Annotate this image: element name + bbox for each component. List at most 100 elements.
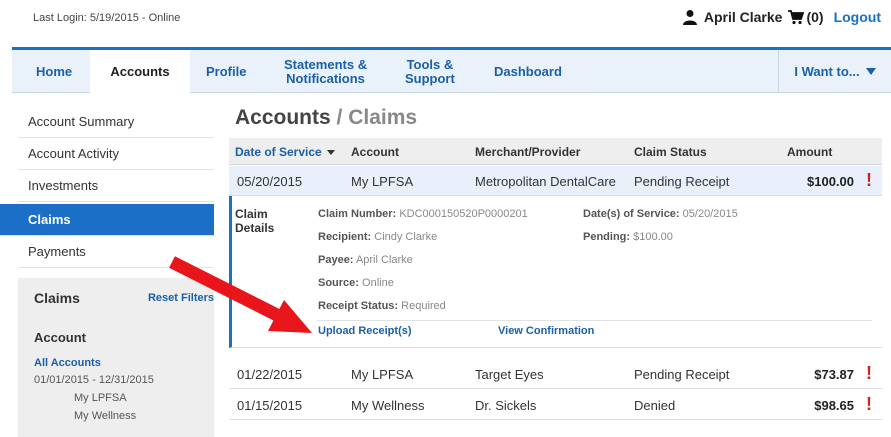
claim-details-title-line1: Claim (235, 207, 268, 221)
claims-table-header: Date of Service Account Merchant/Provide… (229, 138, 882, 165)
filter-date-range: 01/01/2015 - 12/31/2015 (34, 374, 154, 386)
nav-accounts[interactable]: Accounts (90, 47, 190, 93)
nav-tools[interactable]: Tools & Support (405, 50, 455, 93)
claim-details-title: Claim Details (235, 207, 295, 235)
source: Source: Online (318, 277, 394, 289)
top-bar: Last Login: 5/19/2015 - Online April Cla… (0, 0, 891, 40)
pending-value: $100.00 (633, 231, 673, 243)
receipt-status-label: Receipt Status: (318, 300, 399, 312)
upload-receipts-link[interactable]: Upload Receipt(s) (318, 325, 412, 337)
column-header-amount: Amount (787, 145, 833, 159)
user-area: April Clarke (0) Logout (682, 9, 881, 25)
nav-tools-line1: Tools & (406, 56, 454, 72)
dos-label: Date(s) of Service: (583, 208, 680, 220)
table-row[interactable]: 05/20/2015 My LPFSA Metropolitan DentalC… (229, 166, 882, 196)
dos-value: 05/20/2015 (682, 208, 738, 220)
filter-title: Claims (34, 290, 80, 306)
date-of-service: Date(s) of Service: 05/20/2015 (583, 208, 738, 220)
nav-profile[interactable]: Profile (206, 50, 246, 93)
row-merchant: Dr. Sickels (475, 398, 537, 413)
recipient-value: Cindy Clarke (374, 231, 438, 243)
claim-number-label: Claim Number: (318, 208, 397, 220)
sidebar-item-label: Payments (28, 244, 86, 259)
details-divider (317, 320, 872, 321)
table-row[interactable]: 01/15/2015 My Wellness Dr. Sickels Denie… (229, 390, 882, 420)
column-header-date[interactable]: Date of Service (235, 145, 335, 159)
row-account: My LPFSA (351, 174, 414, 189)
page-title-claims: Claims (348, 106, 418, 129)
sidebar-item-label: Claims (28, 212, 71, 227)
chevron-down-icon (865, 68, 876, 75)
last-login-text: Last Login: 5/19/2015 - Online (33, 12, 181, 24)
filter-account-heading: Account (34, 330, 86, 345)
reset-filters-link[interactable]: Reset Filters (148, 292, 214, 304)
nav-dashboard[interactable]: Dashboard (494, 50, 562, 93)
sidebar-item-label: Account Summary (28, 114, 135, 129)
row-amount: $100.00 (807, 174, 854, 189)
sidebar-item-investments[interactable]: Investments (18, 170, 214, 202)
column-header-status: Claim Status (634, 145, 707, 159)
view-confirmation-link[interactable]: View Confirmation (498, 325, 594, 337)
alert-icon: ! (866, 394, 872, 414)
sidebar-item-label: Account Activity (28, 146, 120, 161)
column-header-merchant: Merchant/Provider (475, 145, 581, 159)
claim-details-title-line2: Details (235, 221, 275, 235)
person-icon (682, 10, 697, 25)
claim-number: Claim Number: KDC000150520P0000201 (318, 208, 528, 220)
row-amount: $98.65 (814, 398, 854, 413)
pending-label: Pending: (583, 231, 631, 243)
recipient-label: Recipient: (318, 231, 372, 243)
row-date: 05/20/2015 (237, 174, 303, 189)
page-title-accounts: Accounts (235, 106, 331, 129)
claims-filter-panel: Claims Reset Filters Account All Account… (18, 278, 214, 437)
cart-icon[interactable] (788, 9, 805, 25)
row-status: Denied (634, 398, 676, 413)
pending-amount: Pending: $100.00 (583, 231, 673, 243)
receipt-status: Receipt Status: Required (318, 300, 446, 312)
user-name[interactable]: April Clarke (704, 9, 783, 25)
payee: Payee: April Clarke (318, 254, 413, 266)
cart-count[interactable]: (0) (806, 9, 823, 25)
alert-icon: ! (866, 363, 872, 383)
payee-label: Payee: (318, 254, 354, 266)
row-status: Pending Receipt (634, 367, 730, 382)
filter-account-wellness[interactable]: My Wellness (74, 410, 136, 422)
filter-all-accounts[interactable]: All Accounts (34, 357, 101, 369)
claim-details-panel: Claim Details Claim Number: KDC000150520… (229, 196, 882, 348)
nav-statements-line2: Notifications (286, 70, 365, 86)
i-want-to-label: I Want to... (794, 64, 860, 79)
main-nav: Home Accounts Profile Statements & Notif… (12, 47, 891, 93)
source-value: Online (362, 277, 394, 289)
source-label: Source: (318, 277, 359, 289)
payee-value: April Clarke (355, 254, 413, 266)
nav-tools-line2: Support (405, 70, 455, 86)
column-date-label: Date of Service (235, 145, 322, 159)
recipient: Recipient: Cindy Clarke (318, 231, 437, 243)
row-date: 01/22/2015 (237, 367, 303, 382)
filter-account-lpfsa[interactable]: My LPFSA (74, 392, 127, 404)
sidebar-item-label: Investments (28, 178, 99, 193)
logout-link[interactable]: Logout (834, 9, 881, 25)
nav-statements-line1: Statements & (284, 56, 368, 72)
sidebar-item-payments[interactable]: Payments (18, 236, 214, 268)
sidebar-item-claims[interactable]: Claims (0, 204, 214, 236)
table-row[interactable]: 01/22/2015 My LPFSA Target Eyes Pending … (229, 359, 882, 389)
sidebar: Account Summary Account Activity Investm… (0, 100, 214, 437)
row-merchant: Target Eyes (475, 367, 544, 382)
row-merchant: Metropolitan DentalCare (475, 174, 616, 189)
sidebar-item-account-summary[interactable]: Account Summary (18, 106, 214, 138)
row-account: My Wellness (351, 398, 425, 413)
nav-statements[interactable]: Statements & Notifications (284, 50, 367, 93)
claim-number-value: KDC000150520P0000201 (399, 208, 528, 220)
sort-caret-icon (326, 150, 335, 156)
page-title-separator: / (336, 106, 343, 129)
i-want-to-menu[interactable]: I Want to... (778, 50, 891, 93)
row-status: Pending Receipt (634, 174, 730, 189)
row-amount: $73.87 (814, 367, 854, 382)
row-account: My LPFSA (351, 367, 414, 382)
nav-home[interactable]: Home (36, 50, 72, 93)
page-title: Accounts / Claims (235, 106, 417, 130)
sidebar-item-account-activity[interactable]: Account Activity (18, 138, 214, 170)
receipt-status-value: Required (401, 300, 446, 312)
alert-icon: ! (866, 170, 872, 190)
